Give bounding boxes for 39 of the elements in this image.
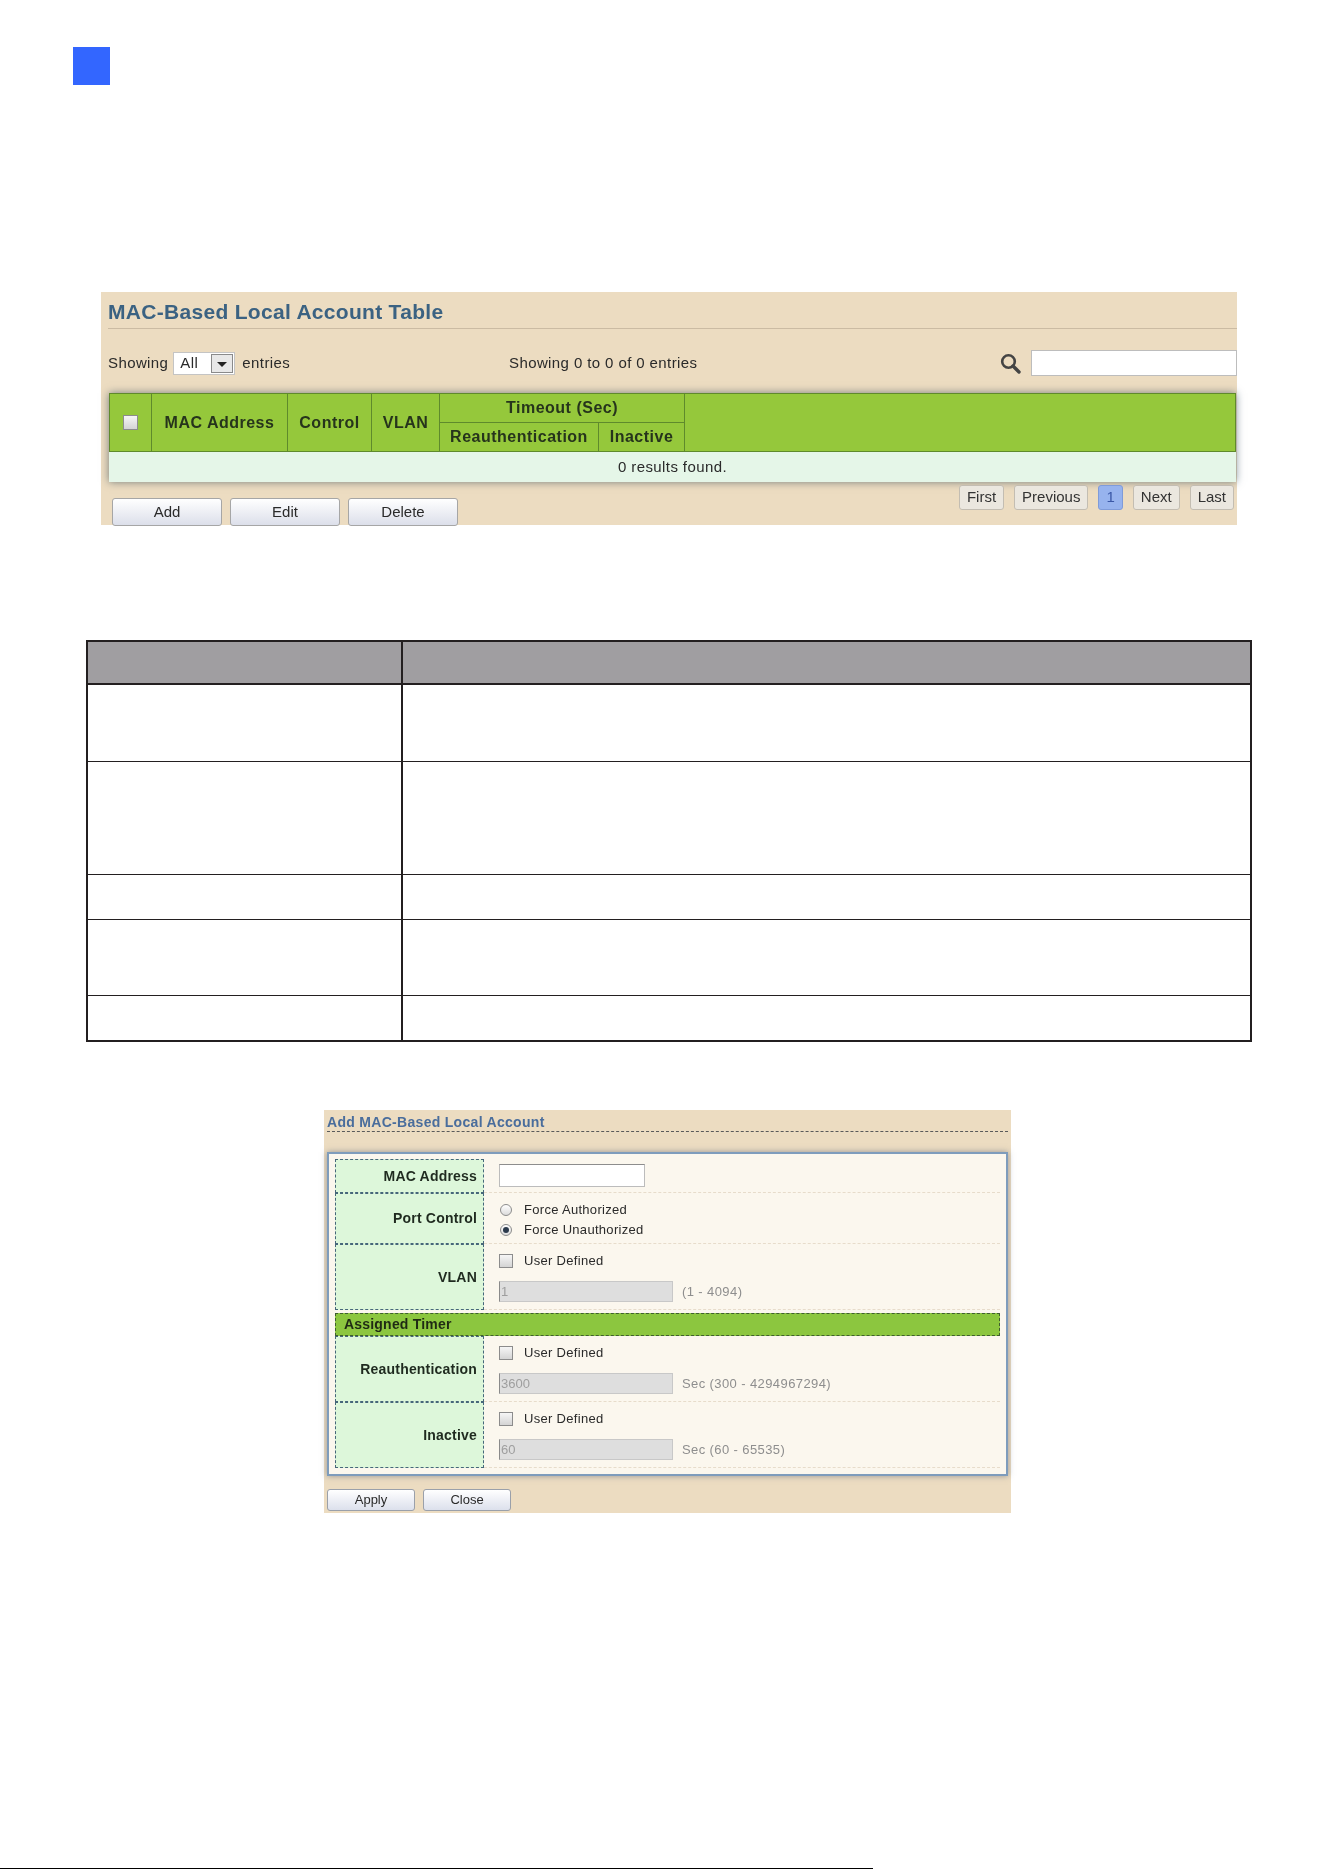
panel-title: MAC-Based Local Account Table (108, 300, 444, 323)
apply-button[interactable]: Apply (327, 1489, 415, 1511)
delete-button[interactable]: Delete (348, 498, 458, 526)
square-marker-icon (73, 47, 110, 85)
field-label: MAC Address (335, 1159, 484, 1193)
field-label: Inactive (335, 1402, 484, 1468)
caret-icon (211, 353, 234, 373)
text-field[interactable] (499, 1164, 645, 1187)
page-button[interactable]: Previous (1014, 485, 1089, 510)
section-header: Assigned Timer (335, 1313, 1000, 1336)
checkbox-label: User Defined (524, 1409, 604, 1428)
field-label: Port Control (335, 1193, 484, 1244)
radio-button[interactable] (500, 1203, 512, 1216)
empty-table-message: 0 results found. (109, 452, 1236, 482)
close-button[interactable]: Close (423, 1489, 511, 1511)
search-icon (1000, 352, 1021, 374)
add-button[interactable]: Add (112, 498, 222, 526)
page-button[interactable]: First (958, 485, 1005, 510)
range-hint: (1 - 4094) (682, 1282, 743, 1301)
checkbox[interactable] (123, 415, 138, 430)
checkbox-label: User Defined (524, 1343, 604, 1362)
radio-label: Force Authorized (524, 1200, 628, 1219)
entries-dropdown[interactable]: All (173, 351, 236, 375)
column-header: Timeout (Sec) (440, 394, 685, 423)
range-hint: Sec (300 - 4294967294) (682, 1374, 831, 1393)
radio-button[interactable] (500, 1223, 512, 1236)
form-title: Add MAC-Based Local Account (327, 1114, 545, 1130)
showing-label: Showing (108, 352, 169, 373)
edit-button[interactable]: Edit (230, 498, 340, 526)
page-button[interactable]: Last (1189, 485, 1234, 510)
entries-info-text: Showing 0 to 0 of 0 entries (509, 352, 698, 373)
range-hint: Sec (60 - 65535) (682, 1440, 786, 1459)
radio-label: Force Unauthorized (524, 1220, 644, 1239)
field-label: VLAN (335, 1244, 484, 1310)
page-button[interactable]: Next (1132, 485, 1180, 510)
search-field[interactable] (1031, 350, 1237, 376)
field-label: Reauthentication (335, 1336, 484, 1402)
entries-label: entries (242, 352, 291, 373)
checkbox-label: User Defined (524, 1251, 604, 1270)
